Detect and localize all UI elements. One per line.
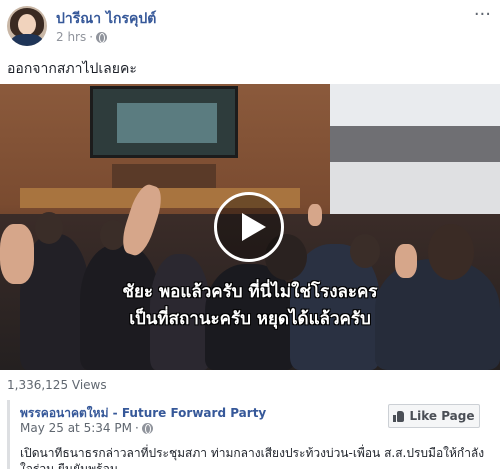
play-icon[interactable]: [214, 192, 284, 262]
post-timestamp[interactable]: 2 hrs: [56, 30, 86, 44]
shared-meta: May 25 at 5:34 PM ·: [20, 421, 153, 435]
shared-post-text: เปิดนาทีธนาธรกล่าวลาที่ประชุมสภา ท่ามกลา…: [20, 446, 485, 469]
view-count: 1,336,125 Views: [7, 378, 107, 392]
shared-meta-separator: ·: [134, 421, 139, 435]
video-subtitle-line-2: เป็นที่สถานะครับ หยุดได้แล้วครับ: [129, 309, 371, 329]
thumbs-up-icon: [393, 410, 405, 422]
author-avatar[interactable]: [7, 6, 47, 46]
video-player[interactable]: ชัยะ พอแล้วครับ ที่นี่ไม่ใช่โรงละคร เป็น…: [0, 84, 500, 370]
video-subtitle-line-1: ชัยะ พอแล้วครับ ที่นี่ไม่ใช่โรงละคร: [122, 282, 378, 302]
shared-timestamp[interactable]: May 25 at 5:34 PM: [20, 421, 132, 435]
like-page-label: Like Page: [409, 409, 475, 423]
author-name[interactable]: ปารีณา ไกรคุปต์: [56, 8, 156, 30]
like-page-button[interactable]: Like Page: [388, 404, 480, 428]
globe-icon: [96, 31, 108, 43]
post-meta: 2 hrs ·: [56, 30, 108, 44]
shared-post: พรรคอนาคตใหม่ - Future Forward Party May…: [7, 400, 493, 469]
meta-separator: ·: [89, 30, 94, 44]
post-text: ออกจากสภาไปเลยคะ: [7, 61, 137, 77]
more-options-icon[interactable]: ···: [474, 6, 491, 24]
globe-icon: [141, 422, 153, 434]
post-header: ปารีณา ไกรคุปต์ 2 hrs · ···: [7, 6, 493, 48]
